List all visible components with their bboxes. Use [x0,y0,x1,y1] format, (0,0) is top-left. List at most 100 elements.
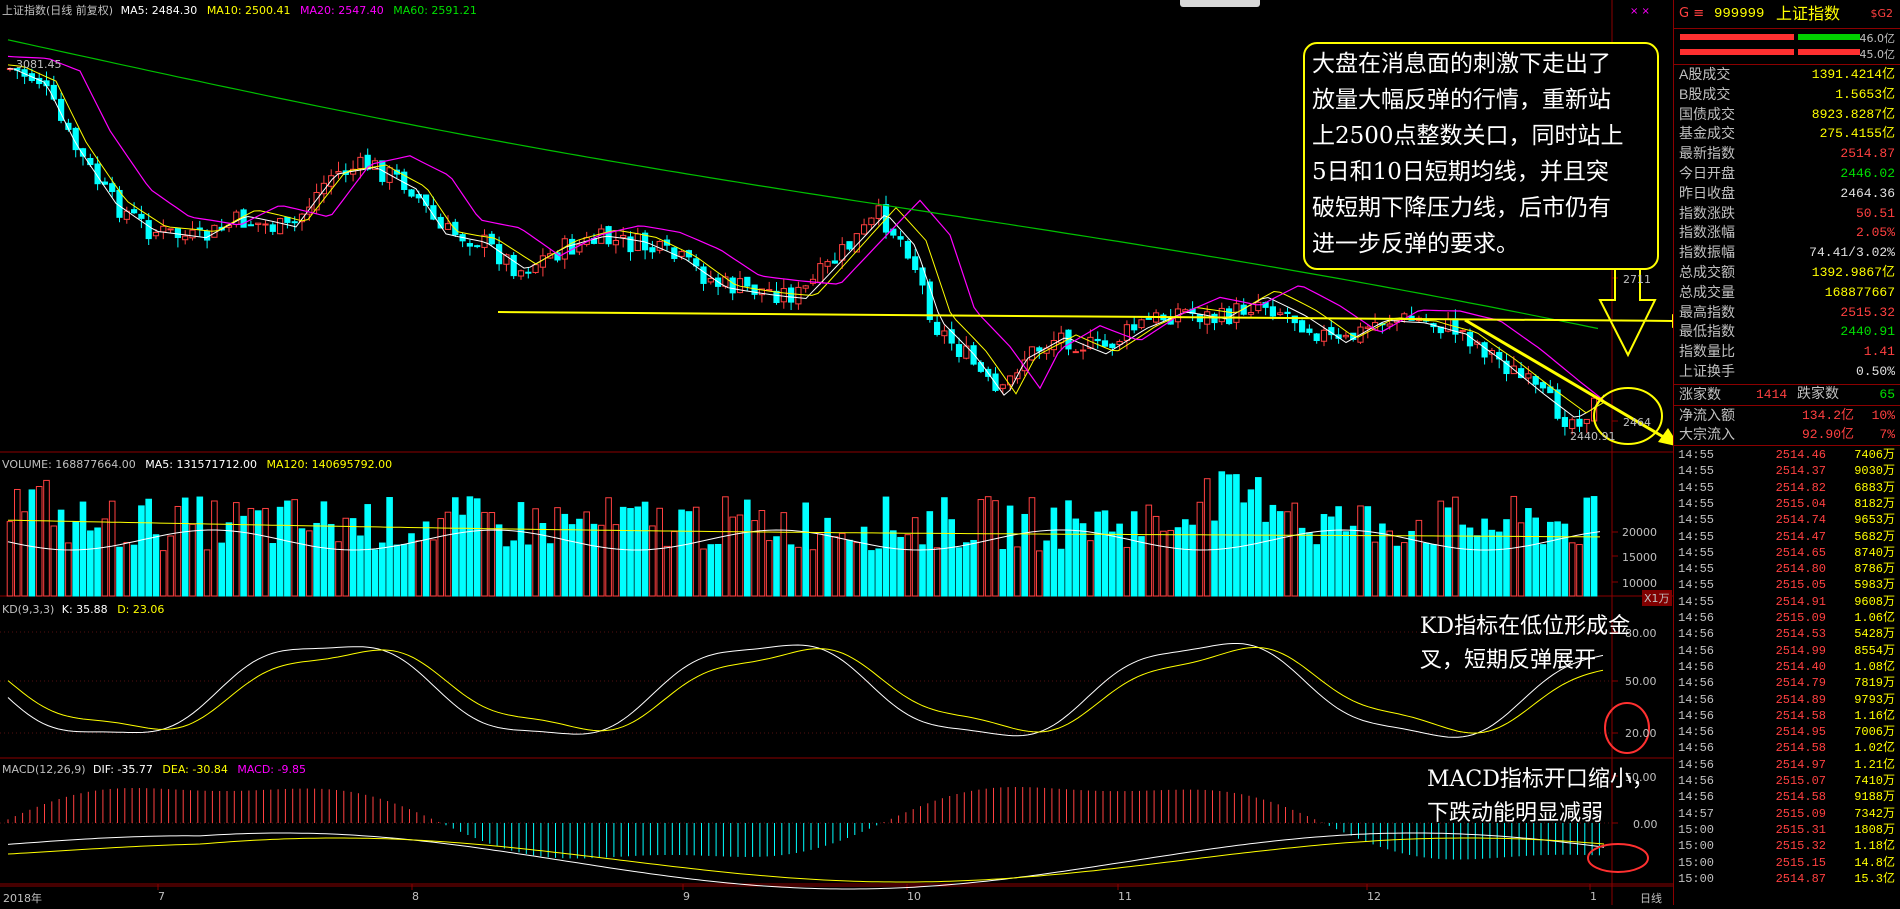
stat-label: 指数量比 [1679,343,1735,360]
tick-price: 2515.31 [1775,822,1826,837]
candle-body [525,271,532,274]
volume-bar [817,533,824,597]
tick-price: 2515.09 [1775,611,1826,625]
tick-row: 15:00 2514.87 15.3亿 [1674,872,1900,888]
tick-time: 14:56 [1678,708,1715,723]
down-count: 65 [1879,387,1895,402]
tick-price: 2515.32 [1775,839,1826,854]
stat-value: 2514.87 [1840,146,1895,162]
candle-body [612,239,619,246]
volume-bar [1342,531,1350,597]
tick-price: 2514.46 [1775,448,1826,462]
candle-body [802,285,809,289]
volume-bar [138,505,145,597]
x-axis-label: 12 [1367,890,1381,903]
window-controls[interactable]: × × [1630,6,1650,17]
candle-body [247,224,255,227]
volume-bar [233,502,240,597]
candle-body [729,277,736,294]
volume-bar [510,540,517,597]
tick-price: 2514.91 [1775,594,1826,609]
tick-row: 14:55 2514.80 8786万 [1674,562,1900,578]
stat-value: 74.41/3.02% [1809,245,1895,261]
tick-row: 15:00 2515.15 14.8亿 [1674,856,1900,872]
macd-highlight-ellipse [1587,843,1649,873]
tick-time: 14:55 [1678,594,1715,609]
volume-unit: X1万 [1642,590,1672,606]
candle-body [284,216,291,223]
volume-bar [320,501,328,597]
candle-body [693,258,700,267]
volume-bar [1452,496,1459,597]
resistance-line [497,311,1681,322]
tick-volume: 1.02亿 [1854,741,1895,756]
tick-time: 14:56 [1678,774,1715,788]
tick-volume: 7819万 [1854,676,1895,691]
volume-bar [911,517,919,597]
volume-bar [371,549,379,597]
volume-bar [1262,521,1269,597]
volume-bar [634,506,642,597]
volume-bar [714,543,722,597]
tick-time: 14:56 [1678,725,1715,740]
volume-bar [1422,542,1430,597]
tick-volume: 5428万 [1854,627,1895,642]
tick-row: 15:00 2515.32 1.18亿 [1674,839,1900,855]
quote-title-row[interactable]: G ≡ 999999 上证指数 $G2 [1674,3,1900,25]
volume-bar [1123,546,1131,597]
tick-row: 14:55 2515.05 5983万 [1674,578,1900,594]
stat-row: 国债成交 8923.8287亿 [1674,106,1900,123]
volume-bar [254,510,262,597]
volume-bar [240,515,247,597]
volume-bar [430,539,437,597]
candle-body [861,224,868,235]
volume-bar [1167,529,1175,597]
volume-bar [167,535,174,597]
tick-volume: 8740万 [1854,545,1895,560]
volume-bar [1525,508,1532,597]
volume-bar [809,549,817,597]
candle-body [999,384,1006,389]
stat-label: 基金成交 [1679,125,1735,142]
main-chart-header: 上证指数(日线 前复权) MA5: 2484.30 MA10: 2500.41 … [2,2,477,18]
candle-body [1569,419,1576,430]
volume-bar [1364,506,1372,597]
toolbar-tabs[interactable] [1180,0,1260,7]
candle-body [444,223,452,230]
up-count: 1414 [1756,387,1788,402]
candle-body [831,260,838,264]
period-label[interactable]: 日线 [1640,890,1662,906]
volume-bar [897,536,904,597]
volume-bar [1466,527,1474,597]
kline-chart[interactable]: 上证指数(日线 前复权) MA5: 2484.30 MA10: 2500.41 … [0,0,1690,906]
volume-bar [1006,505,1014,597]
candle-body [897,236,904,240]
stat-row: 上证换手 0.50% [1674,363,1900,380]
volume-bar [1547,521,1554,597]
volume-bar [824,517,831,597]
flow-label: 净流入额 [1679,407,1735,423]
volume-bar [1437,500,1445,597]
volume-bar [393,544,401,597]
flow-label: 大宗流入 [1679,426,1735,442]
tick-volume: 9188万 [1854,790,1895,805]
volume-bar [145,498,152,597]
volume-bar [875,548,883,597]
tick-row: 14:56 2514.53 5428万 [1674,627,1900,643]
candle-body [744,276,751,287]
volume-bar [846,539,853,597]
volume-bar [1218,471,1226,597]
tick-row: 14:56 2514.58 1.02亿 [1674,741,1900,757]
volume-bar [692,506,700,597]
volume-bar [116,546,123,597]
volume-bar [1503,519,1510,597]
candle-body [904,241,911,259]
stat-value: 275.4155亿 [1819,126,1895,142]
volume-bar [685,511,693,597]
tick-time: 15:00 [1678,855,1715,870]
volume-bar [904,534,912,597]
high-label: 3081.45 [16,58,62,71]
tick-volume: 8182万 [1854,496,1895,511]
volume-bar [1306,532,1313,597]
flow-value: 92.90亿 [1801,427,1854,442]
